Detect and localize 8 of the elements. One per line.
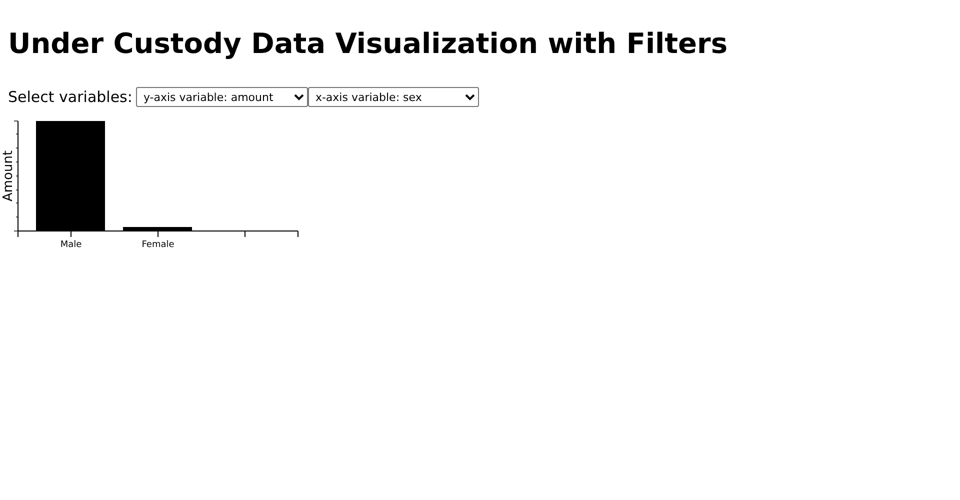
y-axis-title: Amount [1,150,16,202]
page-title: Under Custody Data Visualization with Filters [8,26,728,62]
variable-select[interactable]: x-axis variable: sex [308,87,480,107]
select-label: Select variables: [8,86,132,108]
x-axis-label: Male [60,240,82,250]
variable-select[interactable]: y-axis variable: amount [136,87,308,107]
x-axis-label: Female [142,240,174,250]
bar [123,227,192,231]
